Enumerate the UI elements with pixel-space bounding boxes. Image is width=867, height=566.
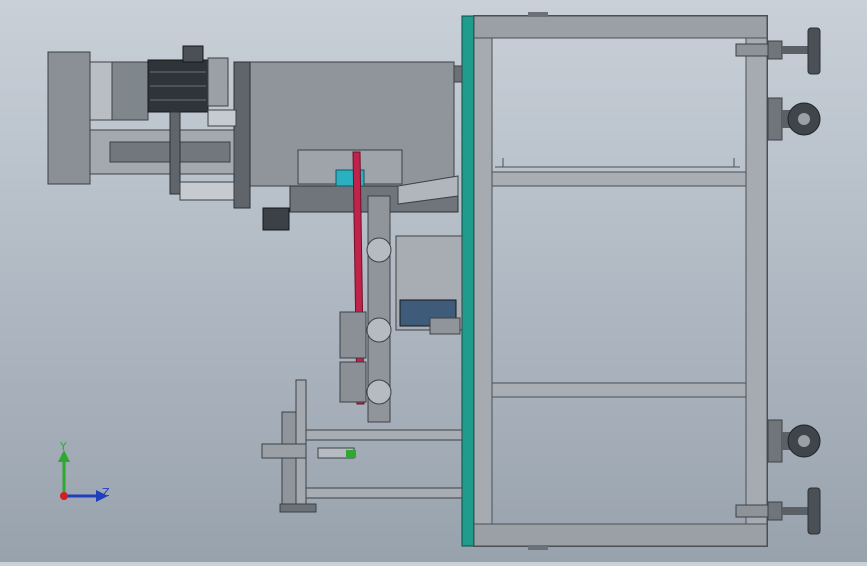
triad-axes bbox=[58, 450, 108, 502]
y-axis-label: Y bbox=[60, 440, 67, 453]
caster-wheel-bottom[interactable] bbox=[767, 419, 821, 463]
x-axis-origin bbox=[60, 492, 68, 500]
main-frame[interactable] bbox=[461, 12, 768, 550]
drive-mechanism[interactable] bbox=[262, 149, 463, 423]
coordinate-triad: Y Z bbox=[40, 430, 130, 520]
machine-assembly-drawing[interactable] bbox=[0, 0, 867, 562]
caster-wheel-top[interactable] bbox=[767, 97, 821, 141]
z-axis-label: Z bbox=[102, 486, 110, 499]
servo-motor-assembly[interactable] bbox=[47, 45, 237, 201]
cad-model-viewport[interactable]: Y Z bbox=[0, 0, 867, 562]
